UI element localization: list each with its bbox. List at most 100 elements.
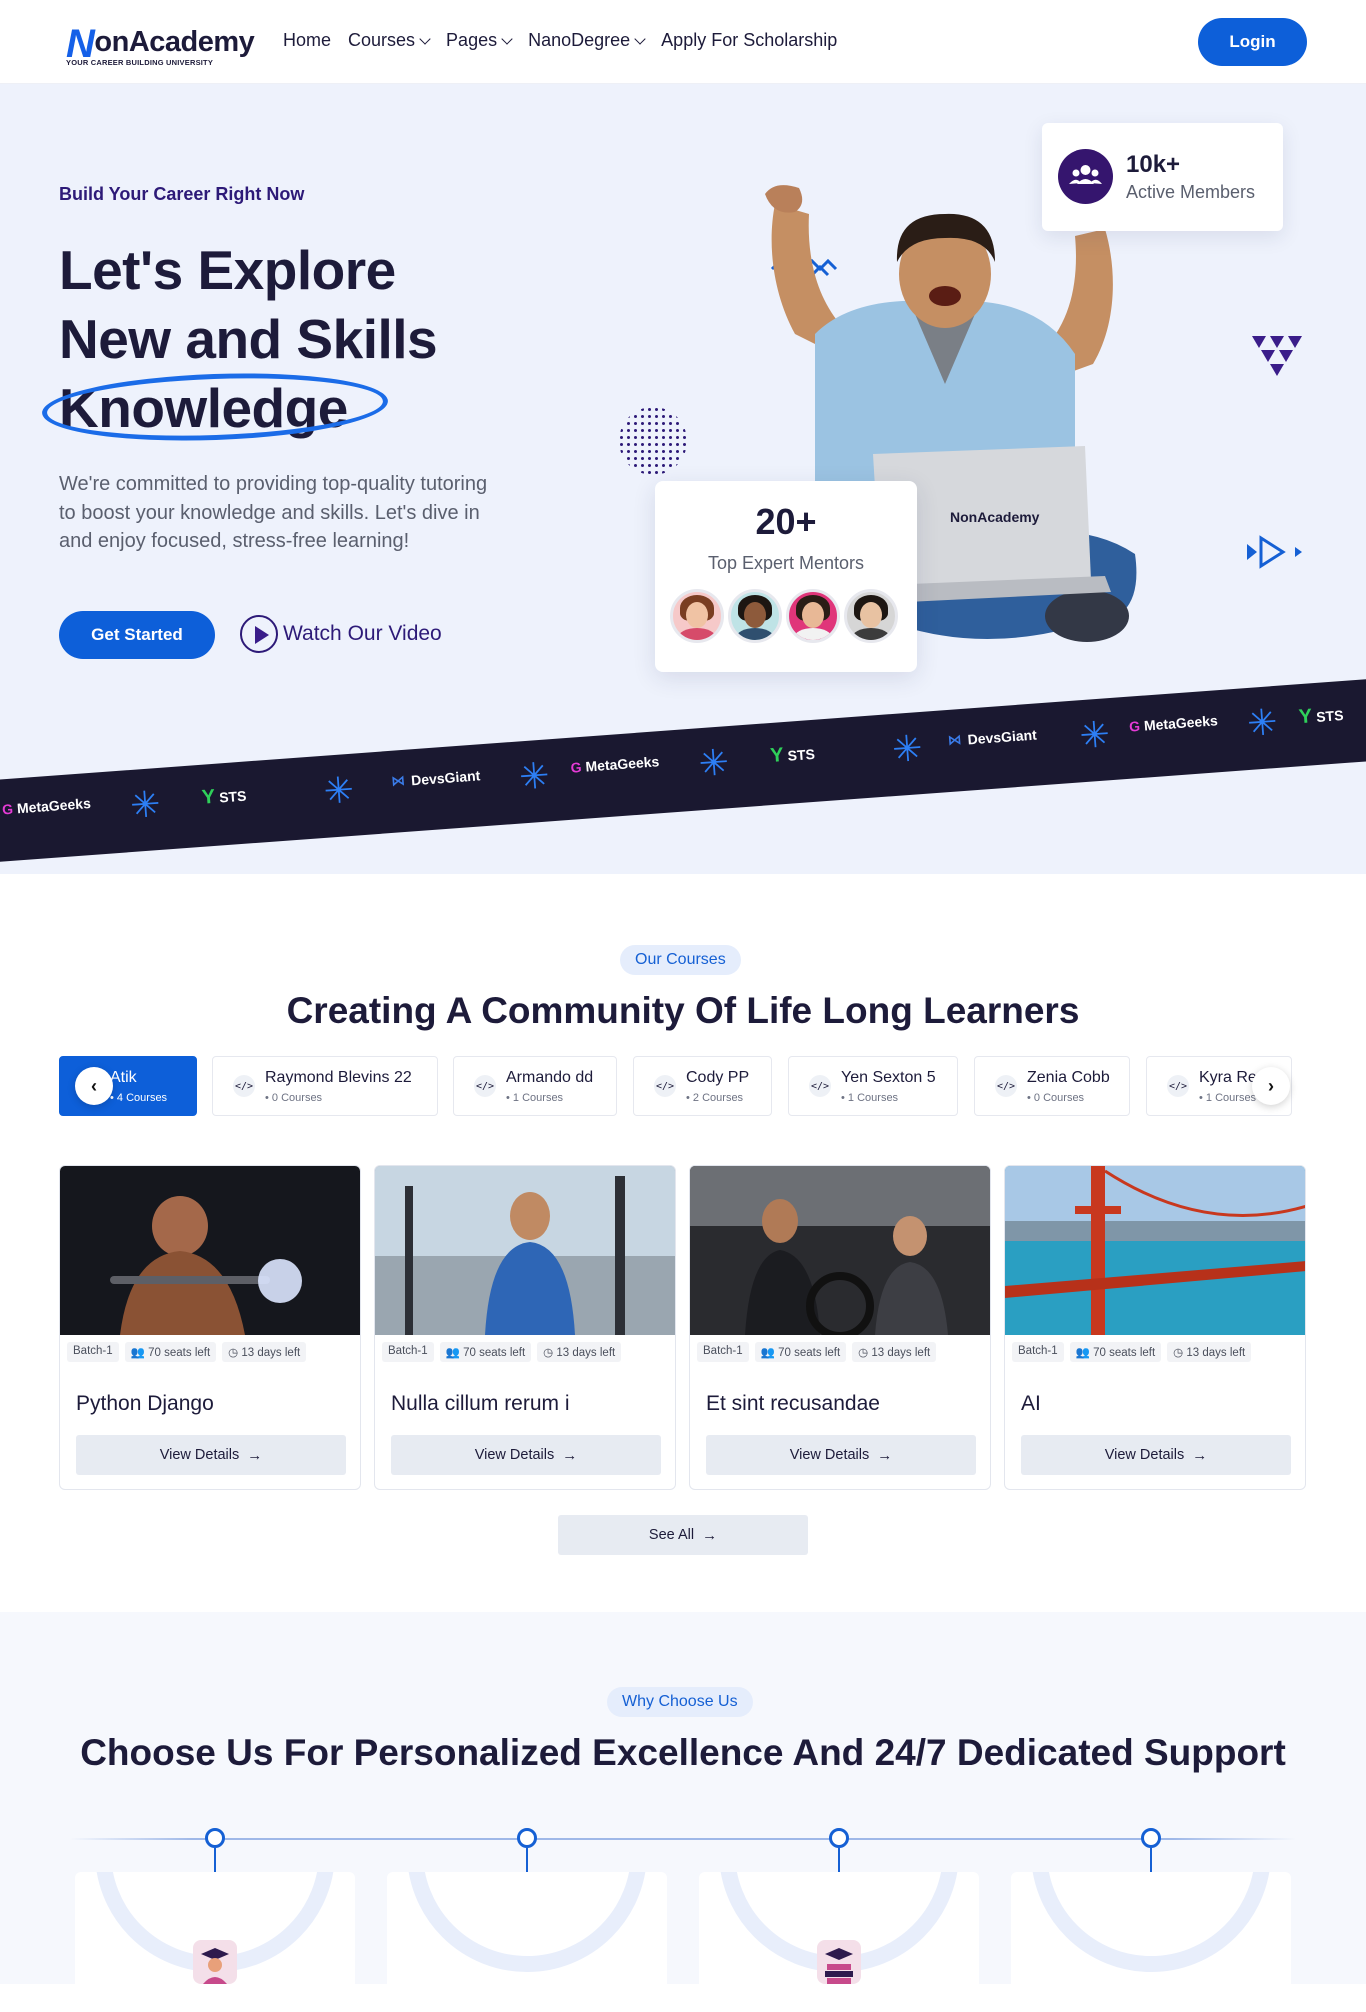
chevron-down-icon [419,32,431,45]
tab-zenia-cobb[interactable]: </> Zenia Cobb • 0 Courses [974,1056,1130,1116]
logo[interactable]: NonAcademy YOUR CAREER BUILDING UNIVERSI… [66,16,256,68]
view-details-button[interactable]: View Details → [706,1435,976,1475]
get-started-button[interactable]: Get Started [59,611,215,659]
avatar [728,589,782,643]
batch-chip: Batch-1 [382,1342,434,1362]
books-icon [817,1940,861,1984]
course-title: Python Django [76,1392,214,1415]
users-icon [1058,149,1113,204]
code-icon: </> [654,1075,676,1097]
section-pill-courses: Our Courses [620,945,741,975]
code-icon: </> [995,1075,1017,1097]
nav-nanodegree[interactable]: NanoDegree [528,30,646,51]
chevron-down-icon [501,32,513,45]
asterisk-icon: ✳ [890,726,924,771]
chevron-down-icon [634,32,646,45]
play-arrows-decoration [1247,535,1302,569]
nav-home[interactable]: Home [283,30,331,51]
timeline-line [70,1838,1296,1840]
days-chip: ◷ 13 days left [222,1342,307,1362]
course-title: Et sint recusandae [706,1392,880,1415]
batch-chip: Batch-1 [1012,1342,1064,1362]
asterisk-icon: ✳ [128,782,162,827]
feature-card [75,1872,355,2012]
course-thumbnail [375,1166,675,1335]
course-meta: Batch-1 👥 70 seats left ◷ 13 days left [1012,1342,1252,1362]
feature-card [699,1872,979,2012]
hero-description: We're committed to providing top-quality… [59,473,488,552]
partner-logo: G MetaGeeks [1,794,92,818]
avatar [844,589,898,643]
course-meta: Batch-1 👥 70 seats left ◷ 13 days left [697,1342,937,1362]
view-details-button[interactable]: View Details → [1021,1435,1291,1475]
login-button[interactable]: Login [1198,18,1307,66]
main-nav: Home Courses Pages NanoDegree Apply For … [283,30,854,51]
asterisk-icon: ✳ [517,754,551,798]
logo-tagline: YOUR CAREER BUILDING UNIVERSITY [66,58,214,67]
course-card[interactable]: Batch-1 👥 70 seats left ◷ 13 days left P… [59,1165,361,1490]
nav-courses[interactable]: Courses [348,30,431,51]
asterisk-icon: ✳ [322,768,356,812]
course-thumbnail [690,1166,990,1335]
seats-chip: 👥 70 seats left [124,1342,217,1362]
course-card[interactable]: Batch-1 👥 70 seats left ◷ 13 days left E… [689,1165,991,1490]
svg-text:NonAcademy: NonAcademy [950,509,1040,525]
view-details-button[interactable]: View Details → [391,1435,661,1475]
hero-kicker: Build Your Career Right Now [59,184,305,204]
course-meta: Batch-1 👥 70 seats left ◷ 13 days left [67,1342,307,1362]
site-header: NonAcademy YOUR CAREER BUILDING UNIVERSI… [0,0,1366,84]
course-thumbnail [60,1166,360,1335]
expert-mentors-card: 20+ Top Expert Mentors [655,481,917,672]
days-chip: ◷ 13 days left [852,1342,937,1362]
arrow-right-icon: → [877,1446,893,1464]
partner-logo: G MetaGeeks [1128,712,1219,735]
batch-chip: Batch-1 [697,1342,749,1362]
triangles-decoration [1252,336,1302,376]
course-card[interactable]: Batch-1 👥 70 seats left ◷ 13 days left A… [1004,1165,1306,1490]
hero-title-line: New and Skills [59,308,438,370]
partner-logo-banner: G MetaGeeks ✳ Y STS ✳ ⋈ DevsGiant ✳ G MetaGe… [0,677,1366,863]
see-all-button[interactable]: See All → [558,1515,808,1555]
arrow-right-icon: → [1192,1446,1208,1464]
nav-scholarship[interactable]: Apply For Scholarship [661,30,837,51]
feature-card [387,1872,667,2012]
days-chip: ◷ 13 days left [1167,1342,1252,1362]
avatar [670,589,724,643]
tab-cody-pp[interactable]: </> Cody PP • 2 Courses [633,1056,772,1116]
active-members-card: 10k+ Active Members [1042,123,1283,231]
course-title: Nulla cillum rerum i [391,1392,570,1415]
course-title: AI [1021,1392,1041,1415]
tabs-next-button[interactable]: › [1252,1067,1290,1105]
mentors-count: 20+ [755,501,817,542]
timeline-dot [829,1828,849,1848]
tabs-prev-button[interactable]: ‹ [75,1067,113,1105]
timeline-dot [1141,1828,1161,1848]
course-thumbnail [1005,1166,1305,1335]
batch-chip: Batch-1 [67,1342,119,1362]
tab-yen-sexton[interactable]: </> Yen Sexton 5 • 1 Courses [788,1056,958,1116]
members-count: 10k+ [1126,151,1181,178]
code-icon: </> [474,1075,496,1097]
dot-grid-decoration [619,407,687,475]
play-icon [240,615,278,653]
feature-card [1011,1872,1291,2012]
partner-logo: ⋈ DevsGiant [947,726,1038,749]
arrow-right-icon: → [702,1526,718,1544]
tab-armando-dd[interactable]: </> Armando dd • 1 Courses [453,1056,617,1116]
hero-title-line: Let's Explore [59,239,396,301]
timeline-dot [517,1828,537,1848]
members-label: Active Members [1126,182,1256,202]
mentors-label: Top Expert Mentors [707,553,865,573]
view-details-button[interactable]: View Details → [76,1435,346,1475]
course-card[interactable]: Batch-1 👥 70 seats left ◷ 13 days left N… [374,1165,676,1490]
code-icon: </> [1167,1075,1189,1097]
asterisk-icon: ✳ [697,741,731,785]
asterisk-icon: ✳ [1078,713,1112,757]
nav-pages[interactable]: Pages [446,30,513,51]
seats-chip: 👥 70 seats left [439,1342,532,1362]
watch-video-button[interactable]: Watch Our Video [240,615,442,653]
code-icon: </> [809,1075,831,1097]
course-meta: Batch-1 👥 70 seats left ◷ 13 days left [382,1342,622,1362]
tab-raymond-blevins[interactable]: </> Raymond Blevins 22 • 0 Courses [212,1056,438,1116]
graduate-icon [193,1940,237,1984]
